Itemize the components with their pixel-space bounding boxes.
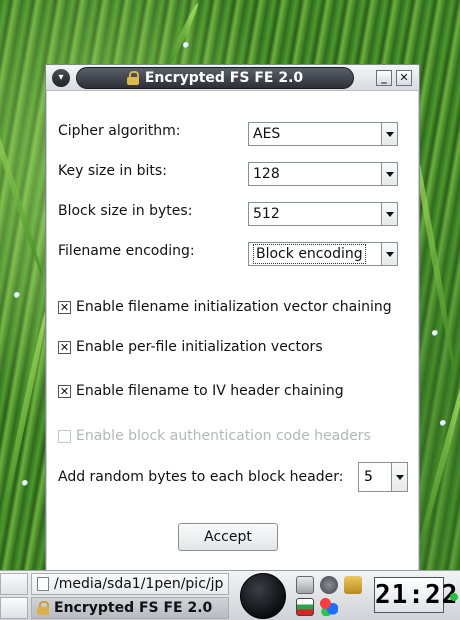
checkbox-label: Enable per-file initialization vectors (76, 339, 323, 355)
filename-encoding-select[interactable]: Block encoding (248, 242, 398, 266)
flag-icon[interactable] (296, 598, 314, 616)
chevron-down-icon[interactable] (391, 463, 407, 491)
cipher-label: Cipher algorithm: (58, 123, 181, 139)
filename-encoding-label: Filename encoding: (58, 243, 195, 259)
cipher-value: AES (253, 126, 281, 142)
keyboard-icon[interactable] (296, 576, 314, 594)
cipher-select[interactable]: AES (248, 122, 398, 146)
globe-icon[interactable] (240, 573, 286, 619)
block-size-value: 512 (253, 206, 280, 222)
task-label: /media/sda1/1pen/pic/jp (54, 576, 224, 592)
checkbox-checked-icon[interactable]: ✕ (58, 300, 71, 314)
key-size-select[interactable]: 128 (248, 162, 398, 186)
filename-encoding-value: Block encoding (253, 244, 366, 264)
task-encrypted-fs[interactable]: Encrypted FS FE 2.0 (31, 597, 229, 619)
key-size-value: 128 (253, 166, 280, 182)
chevron-down-icon[interactable] (381, 203, 397, 225)
chevron-down-icon[interactable] (381, 123, 397, 145)
random-bytes-select[interactable]: 5 (358, 462, 408, 492)
checkbox-unchecked-icon (58, 429, 71, 443)
taskbar-stub[interactable] (0, 597, 28, 619)
taskbar-stub[interactable] (0, 573, 28, 595)
checkbox-label: Enable block authentication code headers (76, 428, 371, 444)
chevron-down-icon[interactable] (381, 163, 397, 185)
block-size-label: Block size in bytes: (58, 203, 193, 219)
checkbox-filename-to-iv-header-chaining[interactable]: ✕ Enable filename to IV header chaining (58, 383, 344, 399)
checkbox-label: Enable filename to IV header chaining (76, 383, 344, 399)
task-label: Encrypted FS FE 2.0 (54, 600, 213, 616)
system-tray (292, 574, 368, 618)
close-button[interactable]: ✕ (396, 70, 412, 86)
network-icon[interactable] (320, 598, 338, 616)
random-bytes-value: 5 (364, 469, 373, 485)
clock[interactable]: 21:22 (374, 577, 457, 613)
speaker-icon[interactable] (320, 576, 338, 594)
checkbox-per-file-iv[interactable]: ✕ Enable per-file initialization vectors (58, 339, 323, 355)
random-bytes-label: Add random bytes to each block header: (58, 469, 344, 485)
checkbox-label: Enable filename initialization vector ch… (76, 299, 392, 315)
accept-button[interactable]: Accept (178, 523, 278, 551)
key-size-label: Key size in bits: (58, 163, 167, 179)
block-size-select[interactable]: 512 (248, 202, 398, 226)
chevron-down-icon[interactable] (381, 243, 397, 265)
taskbar: /media/sda1/1pen/pic/jp Encrypted FS FE … (0, 570, 460, 620)
lock-icon[interactable] (344, 576, 362, 594)
status-indicator-icon (450, 593, 458, 601)
window-title-pill[interactable]: Encrypted FS FE 2.0 (76, 67, 354, 89)
checkbox-block-auth-code-headers: Enable block authentication code headers (58, 428, 371, 444)
minimize-button[interactable]: _ (376, 70, 392, 86)
encrypted-fs-dialog: ▾ Encrypted FS FE 2.0 _ ✕ Cipher algorit… (45, 64, 420, 584)
document-icon (37, 577, 49, 591)
checkbox-checked-icon[interactable]: ✕ (58, 384, 71, 398)
window-title: Encrypted FS FE 2.0 (144, 70, 304, 86)
lock-icon (126, 71, 139, 85)
checkbox-checked-icon[interactable]: ✕ (58, 340, 71, 354)
window-menu-button[interactable]: ▾ (52, 69, 70, 87)
lock-icon (37, 601, 49, 615)
title-bar[interactable]: ▾ Encrypted FS FE 2.0 _ ✕ (46, 65, 419, 91)
checkbox-filename-iv-chaining[interactable]: ✕ Enable filename initialization vector … (58, 299, 392, 315)
task-file-manager[interactable]: /media/sda1/1pen/pic/jp (31, 573, 229, 595)
